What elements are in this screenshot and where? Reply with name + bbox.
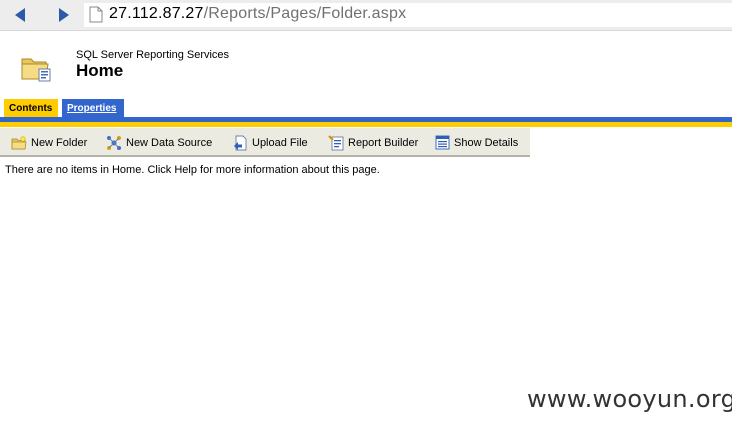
watermark-text: www.wooyun.org	[527, 385, 732, 413]
url-host: 27.112.87.27	[109, 5, 204, 22]
tab-contents[interactable]: Contents	[4, 99, 58, 117]
tab-properties[interactable]: Properties	[62, 99, 124, 117]
empty-folder-message: There are no items in Home. Click Help f…	[5, 164, 380, 176]
upload-file-icon	[234, 135, 247, 150]
new-data-source-button[interactable]: New Data Source	[106, 133, 212, 152]
report-builder-label: Report Builder	[348, 136, 419, 149]
address-bar[interactable]: 27.112.87.27/Reports/Pages/Folder.aspx	[84, 3, 732, 27]
report-builder-icon	[328, 134, 344, 150]
show-details-button[interactable]: Show Details	[435, 133, 518, 152]
forward-arrow-icon	[59, 8, 69, 22]
tab-divider-yellow	[0, 122, 732, 127]
app-subtitle: SQL Server Reporting Services	[76, 49, 230, 61]
new-data-source-label: New Data Source	[126, 136, 213, 149]
contents-toolbar: New Folder New Data Source Upload File R…	[0, 128, 530, 157]
browser-toolbar: 27.112.87.27/Reports/Pages/Folder.aspx	[0, 0, 732, 31]
report-builder-button[interactable]: Report Builder	[328, 133, 418, 152]
folder-icon	[21, 58, 51, 82]
url-text: 27.112.87.27/Reports/Pages/Folder.aspx	[109, 5, 406, 23]
new-folder-label: New Folder	[31, 136, 88, 149]
page-title: Home	[76, 61, 124, 80]
new-data-source-icon	[107, 135, 121, 150]
details-list-icon	[435, 135, 450, 150]
new-folder-icon	[11, 135, 27, 149]
page-icon	[89, 6, 103, 23]
upload-file-button[interactable]: Upload File	[233, 133, 308, 152]
new-folder-button[interactable]: New Folder	[11, 133, 87, 152]
forward-button[interactable]	[55, 6, 73, 24]
url-path: /Reports/Pages/Folder.aspx	[203, 5, 407, 22]
back-button[interactable]	[12, 6, 30, 24]
upload-file-label: Upload File	[252, 136, 308, 149]
show-details-label: Show Details	[454, 136, 519, 149]
back-arrow-icon	[15, 8, 25, 22]
